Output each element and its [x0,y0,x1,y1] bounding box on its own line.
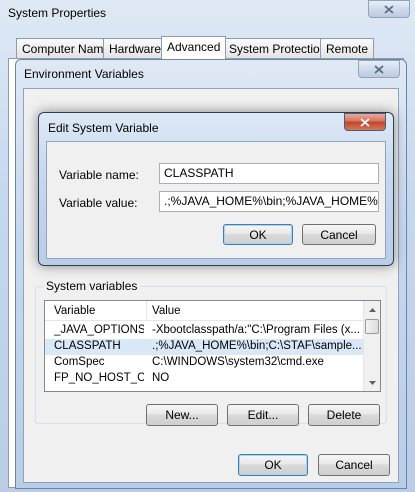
environment-variables-close-button[interactable] [358,60,400,78]
new-button[interactable]: New... [146,404,218,426]
row-value: NO [152,372,170,384]
row-value: .;%JAVA_HOME%\bin;C:\STAF\sample... [152,340,362,352]
row-value: -Xbootclasspath/a:"C:\Program Files (x..… [152,324,360,336]
tab-computer-name[interactable]: Computer Name [16,38,117,58]
column-header-variable[interactable]: Variable [54,305,95,317]
scroll-up-button[interactable] [364,301,380,318]
vertical-scrollbar[interactable] [363,301,380,391]
table-row[interactable]: FP_NO_HOST_C... NO [45,371,363,387]
edit-dialog-ok-button[interactable]: OK [223,224,293,245]
close-icon [384,4,394,14]
row-value: C:\WINDOWS\system32\cmd.exe [152,356,324,368]
tab-remote[interactable]: Remote [320,38,375,58]
tab-hardware[interactable]: Hardware [103,38,168,58]
column-divider [146,301,147,321]
edit-system-variable-dialog: Edit System Variable Variable name: CLAS… [38,112,394,266]
edit-dialog-close-button[interactable] [344,113,386,131]
table-row[interactable]: _JAVA_OPTIONS -Xbootclasspath/a:"C:\Prog… [45,323,363,339]
tab-advanced[interactable]: Advanced [161,36,227,59]
row-variable: CLASSPATH [54,340,121,352]
variable-value-label: Variable value: [59,196,138,210]
row-variable: FP_NO_HOST_C... [54,372,144,384]
system-variables-list[interactable]: Variable Value _JAVA_OPTIONS -Xbootclass… [44,300,381,392]
variable-value-field[interactable]: .;%JAVA_HOME%\bin;%JAVA_HOME%\lre [159,191,379,212]
chevron-up-icon [369,307,376,312]
variable-name-field[interactable]: CLASSPATH [159,163,379,184]
list-rows: _JAVA_OPTIONS -Xbootclasspath/a:"C:\Prog… [45,323,363,391]
system-properties-close-button[interactable] [368,0,410,18]
list-header: Variable Value [45,301,363,321]
row-variable: _JAVA_OPTIONS [54,324,144,336]
row-variable: ComSpec [54,356,105,368]
system-variables-label: System variables [43,279,141,293]
table-row-selected[interactable]: CLASSPATH .;%JAVA_HOME%\bin;C:\STAF\samp… [45,339,363,355]
tab-system-protection[interactable]: System Protection [223,38,333,58]
table-row[interactable]: ComSpec C:\WINDOWS\system32\cmd.exe [45,355,363,371]
variable-name-label: Variable name: [59,168,139,182]
environment-variables-ok-button[interactable]: OK [238,454,308,476]
column-header-value[interactable]: Value [152,305,181,317]
close-icon [360,117,370,127]
delete-button[interactable]: Delete [308,404,380,426]
scroll-down-button[interactable] [364,374,380,391]
close-icon [374,64,384,74]
environment-variables-cancel-button[interactable]: Cancel [318,454,390,476]
edit-dialog-title: Edit System Variable [48,121,159,135]
window-title: System Properties [8,6,107,20]
edit-button[interactable]: Edit... [227,404,299,426]
chevron-down-icon [369,380,376,385]
scroll-thumb[interactable] [365,319,379,334]
edit-dialog-cancel-button[interactable]: Cancel [302,224,376,245]
environment-variables-title: Environment Variables [24,67,144,81]
